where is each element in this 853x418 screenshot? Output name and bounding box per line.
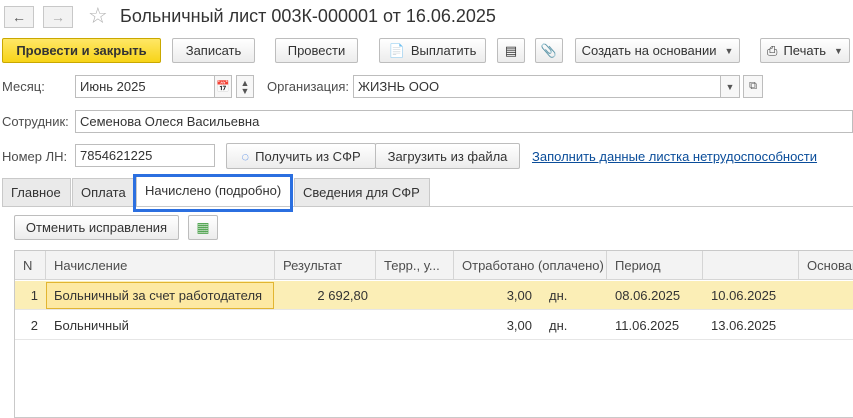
add-row-button[interactable]: ▦ xyxy=(188,215,218,240)
territory-cell[interactable] xyxy=(376,281,454,310)
accrual-cell[interactable]: Больничный за счет работодателя xyxy=(46,281,275,310)
open-form-icon: ⧉ xyxy=(749,80,757,92)
period-end-cell[interactable]: 13.06.2025 xyxy=(703,311,799,340)
period-start-cell[interactable]: 08.06.2025 xyxy=(607,281,703,310)
print-button[interactable]: ⎙ Печать ▼ xyxy=(760,38,850,63)
sick-leave-number-label: Номер ЛН: xyxy=(2,149,68,164)
arrow-left-icon: ← xyxy=(12,9,26,25)
post-label: Провести xyxy=(287,43,346,58)
post-button[interactable]: Провести xyxy=(275,38,358,63)
column-header-period[interactable]: Период xyxy=(607,251,703,280)
table-row[interactable]: 1 Больничный за счет работодателя 2 692,… xyxy=(15,281,853,310)
stepper-down-icon: ▼ xyxy=(240,85,250,96)
employee-label: Сотрудник: xyxy=(2,114,69,129)
sfr-exchange-icon: ◌ xyxy=(241,148,250,164)
tab-payment[interactable]: Оплата xyxy=(72,178,134,206)
pay-label: Выплатить xyxy=(410,43,477,58)
worked-unit-cell: дн. xyxy=(549,318,568,333)
column-header-result[interactable]: Результат xyxy=(275,251,376,280)
chevron-down-icon: ▼ xyxy=(725,81,735,92)
active-tab-highlight xyxy=(133,174,293,212)
accrual-cell[interactable]: Больничный xyxy=(46,311,275,340)
save-button[interactable]: Записать xyxy=(172,38,255,63)
territory-cell[interactable] xyxy=(376,311,454,340)
result-cell[interactable] xyxy=(275,311,376,340)
row-number: 2 xyxy=(30,318,38,333)
organization-label: Организация: xyxy=(267,79,350,94)
forward-button[interactable]: → xyxy=(43,6,73,28)
pay-document-icon: 📄 xyxy=(388,42,405,58)
month-field[interactable]: Июнь 2025 xyxy=(75,75,215,98)
load-from-file-button[interactable]: Загрузить из файла xyxy=(375,143,520,169)
calendar-button[interactable]: 📅 xyxy=(214,75,232,98)
list-document-icon: ▤ xyxy=(504,42,518,58)
create-based-on-button[interactable]: Создать на основании ▼ xyxy=(575,38,740,63)
fill-sick-leave-data-link[interactable]: Заполнить данные листка нетрудоспособнос… xyxy=(532,149,817,164)
column-header-basis[interactable]: Основан xyxy=(799,251,853,280)
arrow-right-icon: → xyxy=(51,9,65,25)
report-button[interactable]: ▤ xyxy=(497,38,525,63)
worked-unit-cell: дн. xyxy=(549,288,568,303)
organization-dropdown-button[interactable]: ▼ xyxy=(720,75,740,98)
period-start-cell[interactable]: 11.06.2025 xyxy=(607,311,703,340)
worked-cell[interactable]: 3,00 xyxy=(454,281,540,310)
table-add-icon: ▦ xyxy=(196,219,210,235)
column-header-n[interactable]: N xyxy=(15,251,46,280)
window-title: Больничный лист 003К-000001 от 16.06.202… xyxy=(120,6,496,26)
load-from-file-label: Загрузить из файла xyxy=(387,148,508,164)
period-end-cell[interactable]: 10.06.2025 xyxy=(703,281,799,310)
month-label: Месяц: xyxy=(2,79,45,94)
calendar-icon: 📅 xyxy=(216,81,230,93)
post-and-close-label: Провести и закрыть xyxy=(16,43,147,58)
print-label: Печать xyxy=(783,43,827,58)
favorite-star-icon[interactable]: ☆ xyxy=(88,3,108,29)
chevron-down-icon: ▼ xyxy=(834,45,843,56)
create-based-on-label: Создать на основании xyxy=(581,43,717,58)
attach-button[interactable]: 📎 xyxy=(535,38,563,63)
tab-sfr-info[interactable]: Сведения для СФР xyxy=(294,178,430,206)
paperclip-icon: 📎 xyxy=(540,42,558,58)
worked-cell[interactable]: 3,00 xyxy=(454,311,540,340)
get-from-sfr-label: Получить из СФР xyxy=(255,148,361,164)
table-header: N Начисление Результат Терр., у... Отраб… xyxy=(15,251,853,280)
column-header-accrual[interactable]: Начисление xyxy=(46,251,275,280)
column-header-period-end[interactable] xyxy=(703,251,799,280)
save-label: Записать xyxy=(185,43,242,58)
table-row[interactable]: 2 Больничный 3,00 дн. 11.06.2025 13.06.2… xyxy=(15,311,853,340)
sick-leave-number-field[interactable]: 7854621225 xyxy=(75,144,215,167)
pay-button[interactable]: 📄 Выплатить xyxy=(379,38,486,63)
back-button[interactable]: ← xyxy=(4,6,34,28)
result-cell[interactable]: 2 692,80 xyxy=(275,281,376,310)
column-header-worked[interactable]: Отработано (оплачено) xyxy=(454,251,607,280)
get-from-sfr-button[interactable]: ◌ Получить из СФР xyxy=(226,143,376,169)
organization-open-button[interactable]: ⧉ xyxy=(743,75,763,98)
printer-icon: ⎙ xyxy=(767,42,778,58)
column-header-territory[interactable]: Терр., у... xyxy=(376,251,454,280)
cancel-corrections-label: Отменить исправления xyxy=(25,220,168,235)
organization-field[interactable]: ЖИЗНЬ ООО xyxy=(353,75,721,98)
accruals-table: N Начисление Результат Терр., у... Отраб… xyxy=(14,250,853,418)
cancel-corrections-button[interactable]: Отменить исправления xyxy=(14,215,179,240)
row-number: 1 xyxy=(30,288,38,303)
month-stepper[interactable]: ▲ ▼ xyxy=(236,75,254,98)
chevron-down-icon: ▼ xyxy=(724,45,734,56)
post-and-close-button[interactable]: Провести и закрыть xyxy=(2,38,161,63)
employee-field[interactable]: Семенова Олеся Васильевна xyxy=(75,110,853,133)
tab-main[interactable]: Главное xyxy=(2,178,71,206)
